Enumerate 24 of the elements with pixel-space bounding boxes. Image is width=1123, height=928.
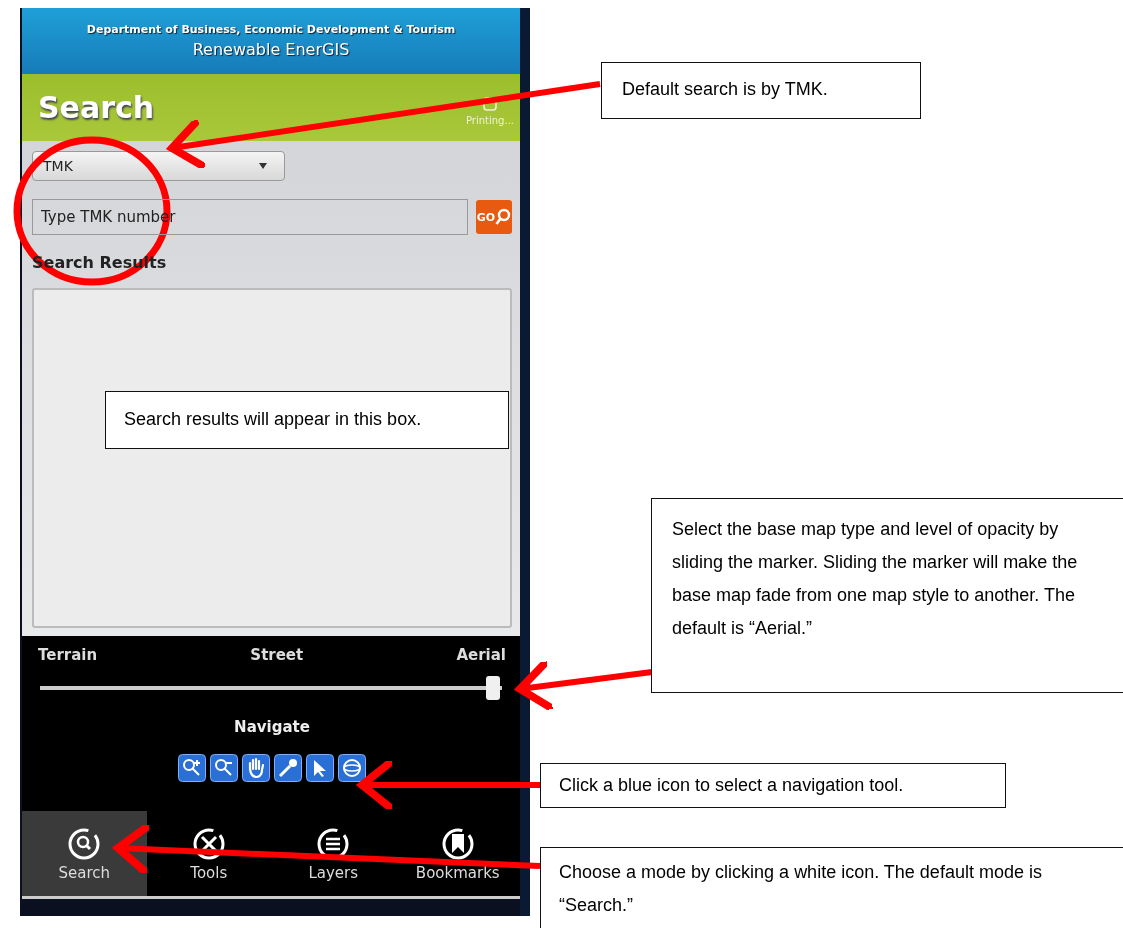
wand-icon[interactable] [274,754,302,782]
search-icon [495,208,512,226]
caret-icon [258,163,268,169]
go-button[interactable]: GO [476,200,512,234]
globe-icon[interactable] [338,754,366,782]
zoom-out-icon[interactable] [210,754,238,782]
annotation-callout: Default search is by TMK. [601,62,921,119]
panel-title: Search [38,90,155,125]
agency-name: Department of Business, Economic Development & Tourism [86,23,456,36]
annotation-callout: Choose a mode by clicking a white icon. The default mode is “Search.” [540,847,1123,928]
navigate-heading: Navigate [234,718,310,736]
basemap-label: Street [250,646,304,664]
mode-tab[interactable]: Search [22,811,147,896]
app-title: Renewable EnerGIS [192,40,350,59]
hand-icon[interactable] [242,754,270,782]
search-type-dropdown[interactable]: TMK [32,151,285,181]
basemap-label: Terrain [38,646,98,664]
slider-thumb[interactable] [485,676,500,700]
basemap-label: Aerial [456,646,506,664]
zoom-in-icon[interactable] [178,754,206,782]
annotation-callout: Select the base map type and level of opacity by sliding the marker. Sliding the marker will make the base map fade from one map style to another. The default is “Aerial.” [651,498,1123,693]
printer-icon [482,97,498,111]
annotation-callout: Search results will appear in this box. [105,391,509,449]
annotation-callout: Click a blue icon to select a navigation tool. [540,763,1006,808]
